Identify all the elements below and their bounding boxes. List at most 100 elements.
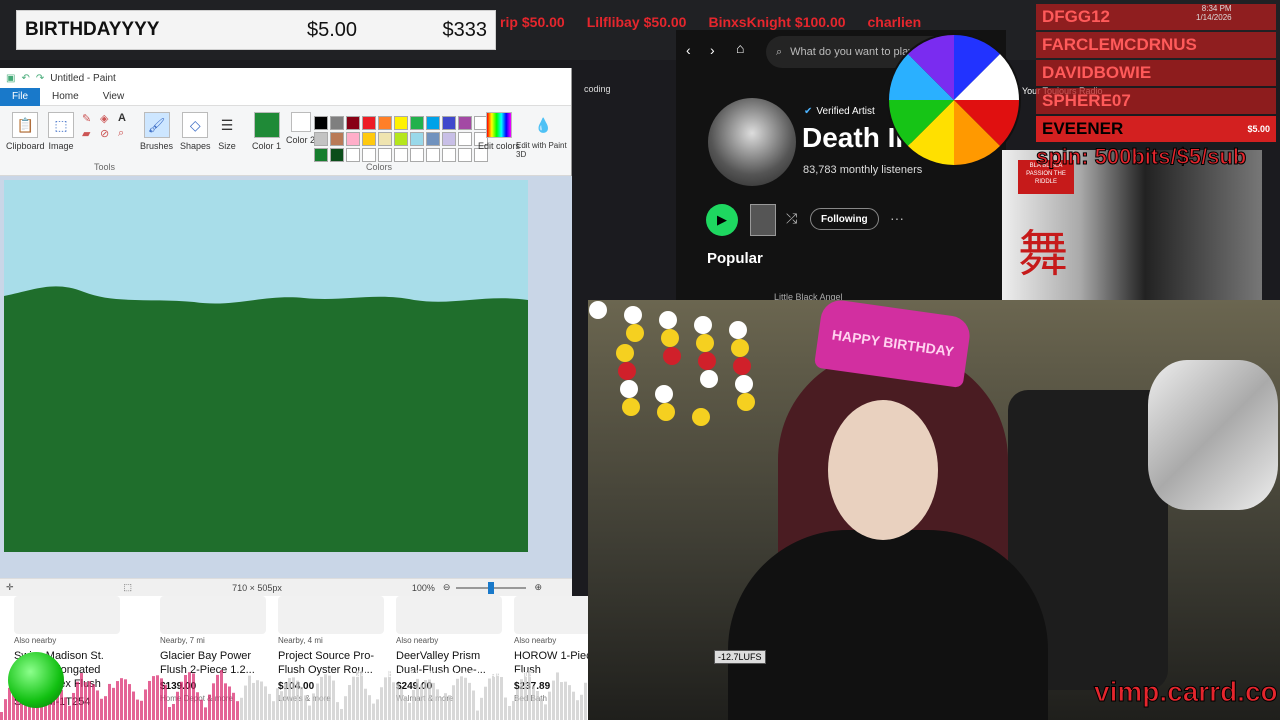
tab-home[interactable]: Home [40,91,91,102]
palette-swatch[interactable] [442,148,456,162]
palette-swatch[interactable] [426,148,440,162]
undo-icon[interactable]: ↶ [21,73,29,84]
visualizer-bar [136,699,139,720]
palette-swatch[interactable] [378,148,392,162]
palette-swatch[interactable] [314,116,328,130]
palette-swatch[interactable] [362,148,376,162]
eraser-icon[interactable]: ▰ [82,127,98,140]
visualizer-bar [548,691,551,720]
visualizer-bar [132,691,135,720]
selection-icon: ⬚ [123,582,133,592]
palette-swatch[interactable] [346,148,360,162]
brush-icon: 🖌 [143,112,170,138]
flower [729,321,747,339]
shapes-group[interactable]: ◇ Shapes [180,112,211,151]
save-icon[interactable]: ▣ [6,73,15,84]
flower [698,352,716,370]
palette-swatch[interactable] [410,116,424,130]
zoom-out-icon[interactable]: ⊖ [443,582,451,593]
visualizer-bar [572,691,575,720]
drawing-canvas[interactable] [4,180,528,552]
file-menu[interactable]: File [0,87,40,106]
palette-swatch[interactable] [330,132,344,146]
brushes-group[interactable]: 🖌 Brushes [140,112,173,151]
visualizer-bar [424,680,427,720]
forward-icon[interactable]: › [710,42,715,58]
zoom-level: 100% [411,582,435,593]
palette-swatch[interactable] [394,148,408,162]
tab-view[interactable]: View [91,91,137,102]
visualizer-bar [296,680,299,720]
palette-swatch[interactable] [378,116,392,130]
clipboard-group[interactable]: 📋 Clipboard [6,112,45,151]
visualizer-bar [196,692,199,720]
flower [692,408,710,426]
palette-swatch[interactable] [458,132,472,146]
color2-button[interactable]: Color 2 [286,112,315,145]
donor-row-latest: EVEENER $5.00 [1036,116,1276,142]
album-thumb[interactable] [750,204,776,236]
visualizer-bar [184,674,187,720]
zoom-slider[interactable] [456,581,527,594]
paint-title-bar: ▣ ↶ ↷ Untitled - Paint [0,68,571,88]
visualizer-bar [512,700,515,720]
palette-swatch[interactable] [362,116,376,130]
palette-swatch[interactable] [330,116,344,130]
palette-swatch[interactable] [378,132,392,146]
size-group[interactable]: ☰ Size [214,112,240,152]
palette-swatch[interactable] [394,132,408,146]
palette-swatch[interactable] [314,132,328,146]
palette-swatch[interactable] [346,116,360,130]
visualizer-bar [472,690,475,720]
browser-tab-label[interactable]: coding [584,84,611,94]
ticker-item: Lilflibay $50.00 [586,14,687,30]
fill-icon[interactable]: ◈ [100,112,116,125]
flower [589,301,607,319]
visualizer-bar [176,691,179,720]
pencil-icon[interactable]: ✎ [82,112,98,125]
image-group[interactable]: ⬚ Image [48,112,74,151]
palette-swatch[interactable] [426,116,440,130]
streamer-body [728,530,1048,720]
visualizer-bar [228,686,231,720]
visualizer-bar [400,688,403,720]
zoom-in-icon[interactable]: ⊕ [534,582,542,593]
palette-swatch[interactable] [346,132,360,146]
shuffle-icon[interactable]: ⤮ [786,210,797,227]
redo-icon[interactable]: ↷ [36,73,44,84]
palette-swatch[interactable] [442,116,456,130]
palette-swatch[interactable] [426,132,440,146]
text-icon[interactable]: A [118,112,134,125]
poster-kanji: 舞 [1018,225,1068,283]
flower [622,398,640,416]
goal-amount: $5.00 [307,18,358,41]
visualizer-bar [272,701,275,720]
color-picker-icon[interactable]: ⊘ [100,127,116,140]
following-button[interactable]: Following [810,208,879,230]
visualizer-bar [208,694,211,720]
canvas-size: 710 × 505px [232,582,282,593]
visualizer-bar [252,682,255,720]
palette-swatch[interactable] [410,148,424,162]
palette-swatch[interactable] [330,148,344,162]
palette-swatch[interactable] [394,116,408,130]
play-button[interactable]: ▶ [706,204,738,236]
palette-swatch[interactable] [442,132,456,146]
palette-swatch[interactable] [458,148,472,162]
more-icon[interactable]: ··· [890,210,904,226]
palette-swatch[interactable] [458,116,472,130]
edit-colors-button[interactable]: Edit colors [478,112,520,151]
color1-button[interactable]: Color 1 [252,112,281,151]
color1-swatch [253,112,280,138]
edit-paint3d-button[interactable]: 💧 Edit with Paint 3D [516,112,571,160]
palette-swatch[interactable] [410,132,424,146]
system-clock: 8:34 PM 1/14/2026 [1196,4,1232,22]
visualizer-bar [520,679,523,720]
product-thumbnail [14,596,120,634]
home-icon[interactable]: ⌂ [736,40,744,56]
palette-swatch[interactable] [314,148,328,162]
palette-swatch[interactable] [362,132,376,146]
magnifier-icon[interactable]: ⌕ [118,127,134,140]
back-icon[interactable]: ‹ [686,42,691,58]
flower [733,357,751,375]
